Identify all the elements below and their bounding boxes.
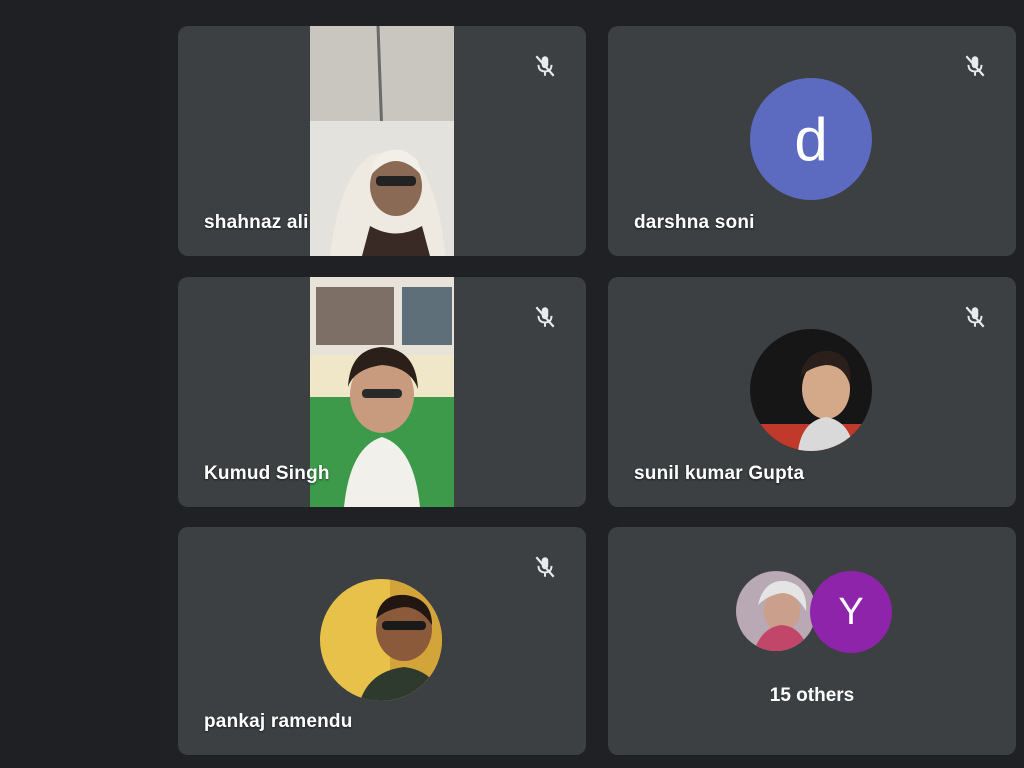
- participant-video: [310, 277, 454, 507]
- participant-tile[interactable]: Kumud Singh: [178, 277, 586, 507]
- avatar: [320, 579, 442, 701]
- mic-off-icon: [535, 55, 555, 77]
- avatar: d: [750, 78, 872, 200]
- participant-tile[interactable]: pankaj ramendu: [178, 527, 586, 755]
- participant-video: [310, 26, 454, 256]
- participant-name: pankaj ramendu: [204, 711, 353, 732]
- participant-name: Kumud Singh: [204, 463, 330, 484]
- others-tile[interactable]: Y 15 others: [608, 527, 1016, 755]
- left-rail: [0, 0, 160, 768]
- participant-tile[interactable]: sunil kumar Gupta: [608, 277, 1016, 507]
- participant-name: shahnaz ali: [204, 212, 309, 233]
- others-avatar-photo: [736, 571, 816, 651]
- participant-tile[interactable]: shahnaz ali: [178, 26, 586, 256]
- mic-off-icon: [535, 306, 555, 328]
- others-count-label: 15 others: [769, 685, 855, 706]
- participant-name: sunil kumar Gupta: [634, 463, 805, 484]
- others-avatar-letter: Y: [810, 571, 892, 653]
- mic-off-icon: [535, 556, 555, 578]
- avatar: [750, 329, 872, 451]
- participant-tile[interactable]: d darshna soni: [608, 26, 1016, 256]
- mic-off-icon: [965, 55, 985, 77]
- mic-off-icon: [965, 306, 985, 328]
- participant-name: darshna soni: [634, 212, 755, 233]
